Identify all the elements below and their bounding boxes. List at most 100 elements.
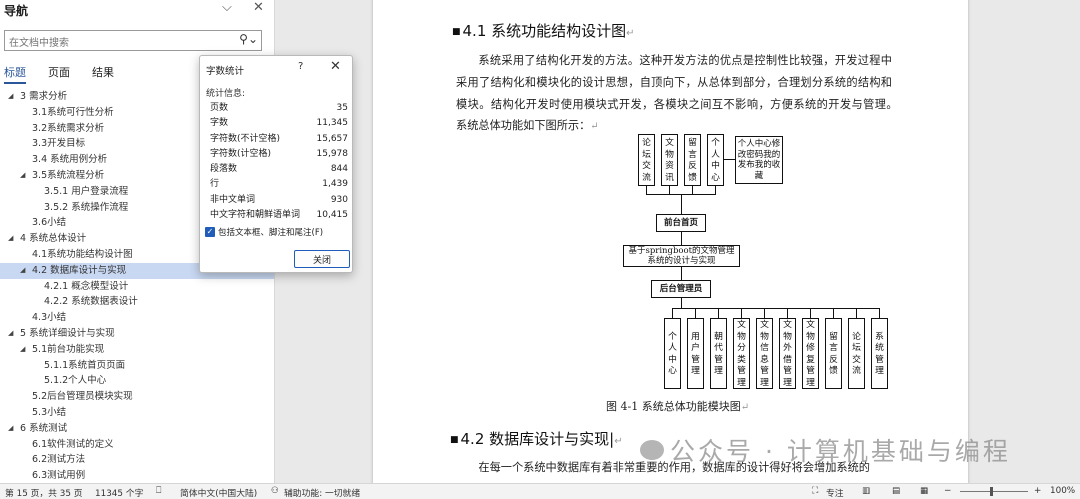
tab-pages[interactable]: 页面 bbox=[48, 64, 70, 84]
module-box: 留言反馈 bbox=[825, 318, 842, 389]
stat-value: 10,415 bbox=[316, 210, 349, 221]
outline-item[interactable]: 4.3小结 bbox=[0, 310, 274, 326]
web-layout-icon[interactable]: ▦ bbox=[920, 486, 928, 496]
module-box: 文物修复管理 bbox=[802, 318, 819, 389]
close-icon[interactable]: ✕ bbox=[330, 59, 341, 74]
word-count[interactable]: 11345 个字 bbox=[95, 486, 143, 499]
outline-item-label: 3.2系统需求分析 bbox=[32, 122, 105, 134]
collapse-icon[interactable]: ◢ bbox=[20, 342, 25, 358]
outline-item[interactable]: ◢ 5.1前台功能实现 bbox=[0, 342, 274, 358]
module-box: 留言反馈 bbox=[684, 134, 701, 186]
outline-item[interactable]: 6.3测试用例 bbox=[0, 468, 274, 484]
module-box: 后台管理员 bbox=[651, 280, 711, 298]
zoom-slider[interactable] bbox=[960, 491, 1028, 492]
stat-value: 844 bbox=[330, 164, 348, 175]
module-box: 文物信息管理 bbox=[756, 318, 773, 389]
language[interactable]: 简体中文(中国大陆) bbox=[180, 486, 257, 499]
zoom-out-icon[interactable]: − bbox=[944, 486, 951, 496]
outline-item[interactable]: 5.2后台管理员模块实现 bbox=[0, 389, 274, 405]
module-box: 论坛交流 bbox=[848, 318, 865, 389]
stats-list: 页数 35 字数 11,345 字符数(不计空格) 15,657 字符数(计空格) 15,97… bbox=[210, 101, 348, 223]
tab-results[interactable]: 结果 bbox=[92, 64, 114, 84]
heading-text: 4.1 系统功能结构设计图 bbox=[462, 22, 627, 40]
print-layout-icon[interactable]: ▤ bbox=[892, 486, 900, 496]
outline-item-label: 3.5.1 用户登录流程 bbox=[44, 185, 129, 197]
accessibility-status[interactable]: 辅助功能: 一切就绪 bbox=[284, 486, 360, 499]
outline-item-label: 3.1系统可行性分析 bbox=[32, 106, 114, 118]
accessibility-icon[interactable]: ⚇ bbox=[271, 486, 279, 496]
read-mode-icon[interactable]: ▥ bbox=[862, 486, 870, 496]
search-input[interactable] bbox=[5, 34, 231, 53]
outline-item[interactable]: 6.1软件测试的定义 bbox=[0, 437, 274, 453]
focus-icon[interactable]: ⛶ bbox=[812, 486, 818, 496]
nav-title: 导航 bbox=[4, 4, 29, 18]
section-heading: ■ 4.2 数据库设计与实现|↵ bbox=[450, 430, 623, 448]
module-box: 文物资讯 bbox=[661, 134, 678, 186]
collapse-icon[interactable]: ◢ bbox=[20, 168, 25, 184]
outline-item-label: 3.5系统流程分析 bbox=[32, 169, 105, 181]
chevron-down-icon[interactable]: ⌵ bbox=[222, 0, 232, 15]
outline-item-label: 5.1.2个人中心 bbox=[44, 375, 107, 387]
collapse-icon[interactable]: ◢ bbox=[8, 326, 13, 342]
checkbox-label: 包括文本框、脚注和尾注(F) bbox=[218, 228, 324, 238]
section-heading: ■ 4.1 系统功能结构设计图↵ bbox=[452, 22, 635, 40]
stat-value: 1,439 bbox=[322, 179, 348, 190]
module-box: 个人中心修改密码我的发布我的收藏 bbox=[735, 136, 783, 184]
stat-value: 930 bbox=[330, 194, 348, 205]
search-box[interactable]: ⚲⌄ bbox=[4, 30, 262, 53]
outline-item[interactable]: 5.1.1系统首页页面 bbox=[0, 358, 274, 374]
outline-item-label: 4.2.1 概念模型设计 bbox=[44, 280, 129, 292]
zoom-slider-thumb[interactable] bbox=[990, 487, 993, 496]
collapse-icon[interactable]: ◢ bbox=[8, 421, 13, 437]
outline-item-label: 6.2测试方法 bbox=[32, 454, 86, 466]
zoom-in-icon[interactable]: + bbox=[1034, 486, 1041, 496]
collapse-icon[interactable]: ◢ bbox=[20, 263, 25, 279]
outline-item[interactable]: 5.3小结 bbox=[0, 405, 274, 421]
zoom-level[interactable]: 100% bbox=[1050, 486, 1075, 496]
page-count[interactable]: 第 15 页，共 35 页 bbox=[5, 486, 83, 499]
stat-row: 非中文单词 930 bbox=[210, 193, 348, 208]
stat-label: 段落数 bbox=[210, 164, 238, 175]
stat-label: 中文字符和朝鲜语单词 bbox=[210, 210, 301, 221]
checkbox-checked-icon[interactable]: ✓ bbox=[205, 227, 215, 237]
stat-row: 字符数(计空格) 15,978 bbox=[210, 147, 348, 162]
stat-label: 页数 bbox=[210, 103, 229, 113]
outline-item[interactable]: ◢ 6 系统测试 bbox=[0, 421, 274, 437]
collapse-icon[interactable]: ◢ bbox=[8, 231, 13, 247]
stat-label: 字符数(不计空格) bbox=[210, 133, 281, 144]
collapse-icon[interactable]: ◢ bbox=[8, 89, 13, 105]
module-box: 个人中心 bbox=[664, 318, 681, 389]
stat-row: 中文字符和朝鲜语单词 10,415 bbox=[210, 208, 348, 223]
wechat-logo-icon bbox=[640, 440, 664, 460]
outline-item-label: 5.1.1系统首页页面 bbox=[44, 359, 126, 371]
outline-item[interactable]: ◢ 5 系统详细设计与实现 bbox=[0, 326, 274, 342]
proofing-icon[interactable]: ⎕ bbox=[156, 486, 161, 496]
close-button[interactable]: 关闭 bbox=[294, 250, 350, 268]
stat-label: 非中文单词 bbox=[210, 194, 256, 205]
outline-item-label: 6 系统测试 bbox=[20, 422, 68, 434]
stat-row: 行 1,439 bbox=[210, 177, 348, 192]
watermark: 公众号 · 计算机基础与编程 bbox=[640, 432, 1011, 468]
figure-caption: 图 4-1 系统总体功能模块图↵ bbox=[606, 400, 750, 413]
outline-item[interactable]: 5.1.2个人中心 bbox=[0, 373, 274, 389]
document-page[interactable]: ■ 4.1 系统功能结构设计图↵ 系统采用了结构化开发的方法。这种开发方法的优点是… bbox=[373, 0, 968, 483]
close-icon[interactable]: ✕ bbox=[253, 0, 264, 15]
outline-item-label: 3 需求分析 bbox=[20, 91, 68, 102]
outline-item-label: 3.6小结 bbox=[32, 217, 67, 229]
outline-item[interactable]: 4.2.1 概念模型设计 bbox=[0, 279, 274, 295]
stat-row: 段落数 844 bbox=[210, 162, 348, 177]
outline-item[interactable]: 4.2.2 系统数据表设计 bbox=[0, 294, 274, 310]
outline-item-label: 4.2 数据库设计与实现 bbox=[32, 264, 127, 276]
stat-row: 页数 35 bbox=[210, 101, 348, 116]
outline-item-label: 4.3小结 bbox=[32, 312, 67, 324]
search-icon[interactable]: ⚲⌄ bbox=[239, 32, 258, 46]
outline-item[interactable]: 6.2测试方法 bbox=[0, 452, 274, 468]
module-box: 论坛交流 bbox=[638, 134, 655, 186]
focus-label[interactable]: 专注 bbox=[826, 486, 844, 499]
stat-value: 15,657 bbox=[316, 133, 349, 144]
tab-headings[interactable]: 标题 bbox=[4, 64, 26, 84]
help-icon[interactable]: ? bbox=[298, 61, 303, 72]
stat-row: 字数 11,345 bbox=[210, 116, 348, 131]
status-bar: 第 15 页，共 35 页 11345 个字 ⎕ 简体中文(中国大陆) ⚇ 辅助… bbox=[0, 483, 1080, 499]
include-textbox-checkbox[interactable]: ✓ 包括文本框、脚注和尾注(F) bbox=[205, 226, 323, 238]
